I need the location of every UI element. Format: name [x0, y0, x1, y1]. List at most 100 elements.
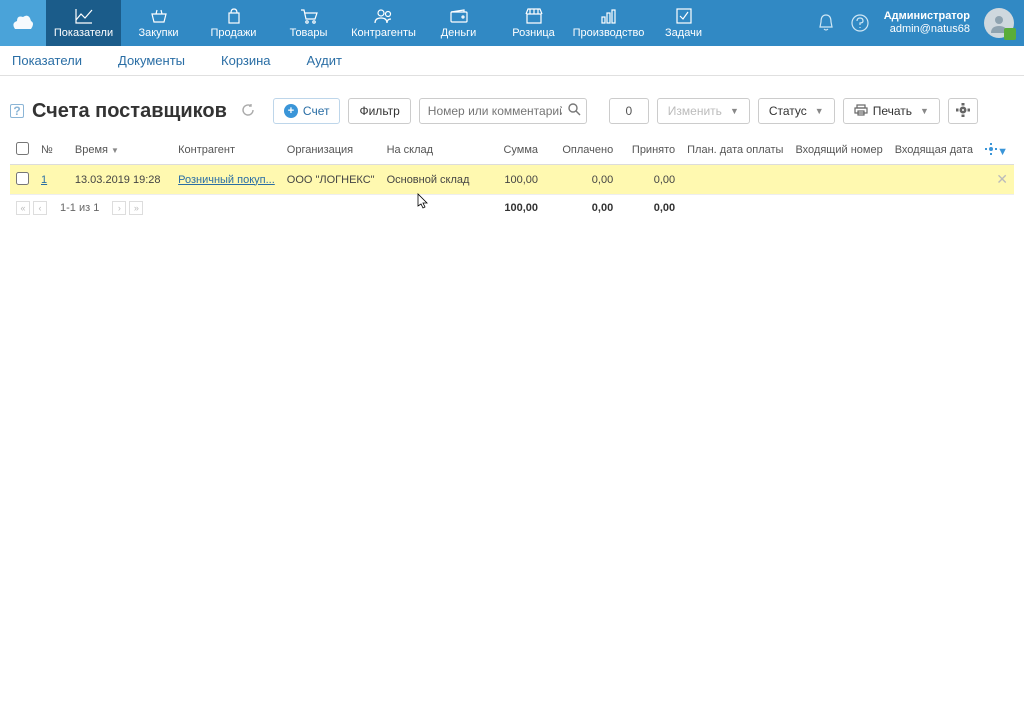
- col-in-num[interactable]: Входящий номер: [789, 136, 888, 165]
- change-button[interactable]: Изменить ▼: [657, 98, 750, 124]
- cell-warehouse: Основной склад: [381, 165, 478, 195]
- print-button[interactable]: Печать ▼: [843, 98, 940, 124]
- check-icon: [676, 7, 692, 25]
- button-label: Статус: [769, 104, 807, 118]
- production-icon: [600, 7, 618, 25]
- tab-documents[interactable]: Документы: [114, 48, 189, 73]
- nav-production[interactable]: Производство: [571, 0, 646, 46]
- invoice-link[interactable]: 1: [41, 174, 47, 186]
- nav-contragents[interactable]: Контрагенты: [346, 0, 421, 46]
- bag-icon: [226, 7, 242, 25]
- plus-icon: +: [284, 104, 298, 118]
- sort-desc-icon: ▼: [111, 146, 119, 155]
- pager-next[interactable]: ›: [112, 201, 126, 215]
- pager-prev[interactable]: ‹: [33, 201, 47, 215]
- top-nav: Показатели Закупки Продажи Товары Контра…: [0, 0, 1024, 46]
- caret-icon: ▼: [730, 106, 739, 116]
- nav-tasks[interactable]: Задачи: [646, 0, 721, 46]
- nav-retail[interactable]: Розница: [496, 0, 571, 46]
- nav-money[interactable]: Деньги: [421, 0, 496, 46]
- cell-time: 13.03.2019 19:28: [69, 165, 172, 195]
- table-wrap: № Время▼ Контрагент Организация На склад…: [0, 136, 1024, 221]
- col-in-date[interactable]: Входящая дата: [889, 136, 979, 165]
- nav-sales[interactable]: Продажи: [196, 0, 271, 46]
- nav-purchases[interactable]: Закупки: [121, 0, 196, 46]
- col-num[interactable]: №: [35, 136, 69, 165]
- user-name: Администратор: [884, 10, 970, 23]
- button-label: Изменить: [668, 104, 722, 118]
- gear-icon: [956, 103, 970, 120]
- total-sum: 100,00: [478, 195, 544, 222]
- filter-button[interactable]: Фильтр: [348, 98, 410, 124]
- delete-icon[interactable]: ✕: [996, 171, 1008, 187]
- bell-icon[interactable]: [816, 13, 836, 33]
- col-plan-date[interactable]: План. дата оплаты: [681, 136, 789, 165]
- nav-indicators[interactable]: Показатели: [46, 0, 121, 46]
- tab-indicators[interactable]: Показатели: [8, 48, 86, 73]
- new-invoice-button[interactable]: + Счет: [273, 98, 341, 124]
- toolbar: ? Счета поставщиков + Счет Фильтр 0 Изме…: [0, 76, 1024, 136]
- help-icon[interactable]: [850, 13, 870, 33]
- col-time[interactable]: Время▼: [69, 136, 172, 165]
- col-warehouse[interactable]: На склад: [381, 136, 478, 165]
- pager-info: 1-1 из 1: [60, 202, 99, 214]
- tab-trash[interactable]: Корзина: [217, 48, 275, 73]
- total-received: 0,00: [619, 195, 681, 222]
- search-box: [419, 98, 587, 124]
- col-contragent[interactable]: Контрагент: [172, 136, 281, 165]
- invoices-table: № Время▼ Контрагент Организация На склад…: [10, 136, 1014, 221]
- print-icon: [854, 104, 868, 119]
- sub-nav: Показатели Документы Корзина Аудит: [0, 46, 1024, 76]
- nav-label: Продажи: [211, 27, 257, 39]
- cart-icon: [300, 7, 318, 25]
- cell-received: 0,00: [619, 165, 681, 195]
- logo[interactable]: [0, 0, 46, 46]
- button-label: Печать: [873, 104, 912, 118]
- contragent-link[interactable]: Розничный покуп...: [178, 174, 275, 186]
- nav-label: Розница: [512, 27, 555, 39]
- basket-icon: [150, 7, 168, 25]
- pager-last[interactable]: »: [129, 201, 143, 215]
- page-title: Счета поставщиков: [32, 100, 227, 123]
- nav-label: Производство: [573, 27, 645, 39]
- col-received[interactable]: Принято: [619, 136, 681, 165]
- status-button[interactable]: Статус ▼: [758, 98, 835, 124]
- row-checkbox[interactable]: [16, 172, 29, 185]
- col-paid[interactable]: Оплачено: [544, 136, 619, 165]
- nav-label: Задачи: [665, 27, 702, 39]
- cell-sum: 100,00: [478, 165, 544, 195]
- tab-audit[interactable]: Аудит: [303, 48, 346, 73]
- chart-icon: [75, 7, 93, 25]
- total-paid: 0,00: [544, 195, 619, 222]
- col-settings[interactable]: ▼: [979, 136, 1014, 165]
- nav-goods[interactable]: Товары: [271, 0, 346, 46]
- wallet-icon: [450, 7, 468, 25]
- search-icon[interactable]: [568, 103, 581, 119]
- nav-label: Закупки: [138, 27, 178, 39]
- user-email: admin@natus68: [884, 23, 970, 36]
- store-icon: [525, 7, 543, 25]
- nav-label: Товары: [290, 27, 328, 39]
- help-badge[interactable]: ?: [10, 104, 24, 118]
- settings-button[interactable]: [948, 98, 978, 124]
- nav-label: Деньги: [441, 27, 477, 39]
- nav-label: Контрагенты: [351, 27, 416, 39]
- col-org[interactable]: Организация: [281, 136, 381, 165]
- selected-count: 0: [609, 98, 649, 124]
- pager-first[interactable]: «: [16, 201, 30, 215]
- select-all-checkbox[interactable]: [16, 142, 29, 155]
- col-sum[interactable]: Сумма: [478, 136, 544, 165]
- caret-icon: ▼: [997, 146, 1008, 158]
- button-label: Счет: [303, 104, 330, 118]
- table-row[interactable]: 1 13.03.2019 19:28 Розничный покуп... ОО…: [10, 165, 1014, 195]
- refresh-icon[interactable]: [241, 103, 255, 120]
- search-input[interactable]: [419, 98, 587, 124]
- caret-icon: ▼: [920, 106, 929, 116]
- cell-paid: 0,00: [544, 165, 619, 195]
- users-icon: [374, 7, 394, 25]
- user-info[interactable]: Администратор admin@natus68: [884, 10, 970, 36]
- avatar[interactable]: [984, 8, 1014, 38]
- caret-icon: ▼: [815, 106, 824, 116]
- nav-label: Показатели: [54, 27, 113, 39]
- cell-org: ООО "ЛОГНЕКС": [281, 165, 381, 195]
